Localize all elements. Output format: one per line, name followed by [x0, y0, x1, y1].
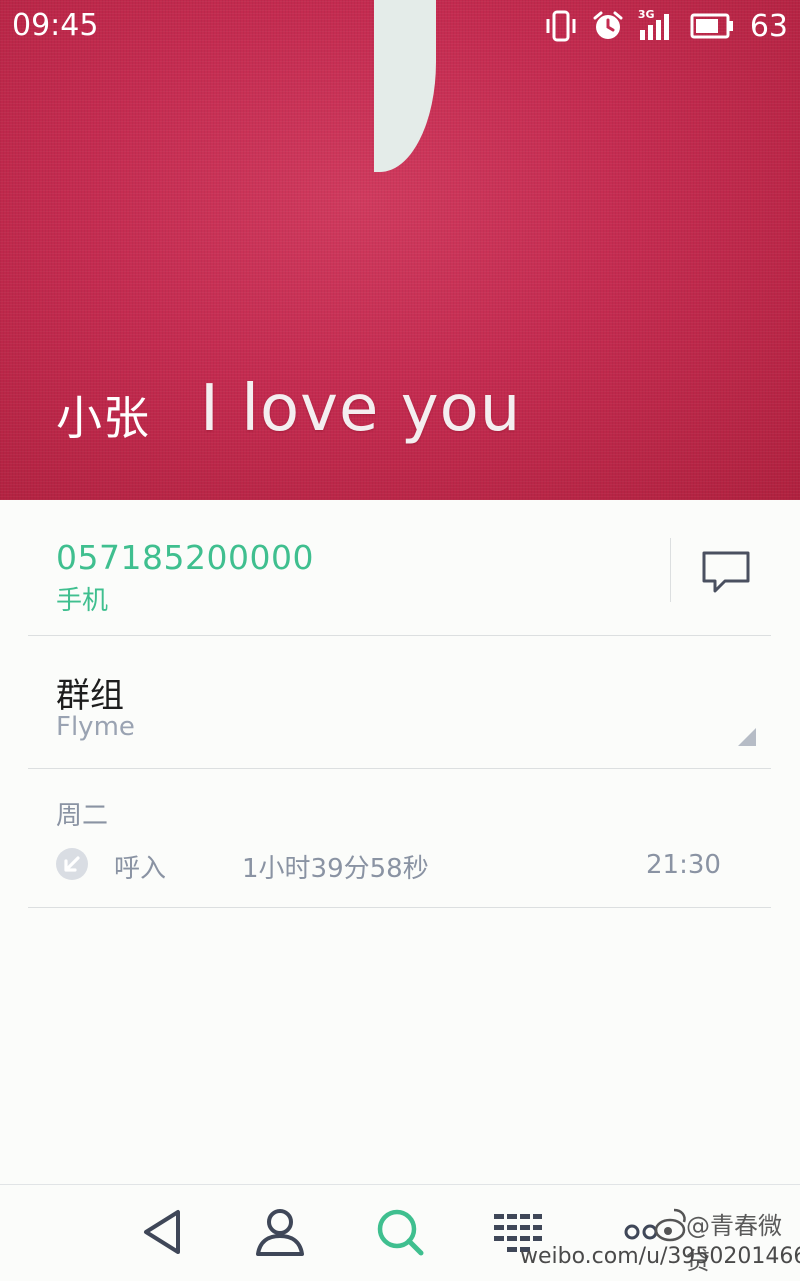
search-icon — [377, 1209, 424, 1256]
phone-number[interactable]: 057185200000 — [56, 538, 314, 577]
watermark-url: weibo.com/u/3950201466 — [520, 1244, 800, 1269]
message-icon — [702, 551, 750, 593]
status-bar: 09:45 3G 63 — [0, 0, 800, 52]
status-time: 09:45 — [12, 8, 99, 43]
weibo-logo-icon — [624, 1208, 686, 1242]
search-button[interactable] — [372, 1204, 428, 1260]
send-message-button[interactable] — [690, 536, 762, 608]
group-label: 群组 — [56, 676, 124, 716]
battery-icon — [690, 12, 734, 40]
call-log-day: 周二 — [56, 801, 109, 831]
alarm-icon — [592, 10, 624, 42]
dropdown-corner-icon[interactable] — [738, 728, 756, 746]
contact-name: 小张 — [56, 391, 150, 445]
vertical-divider — [670, 538, 671, 602]
phone-type-label: 手机 — [56, 586, 109, 616]
call-time: 21:30 — [646, 850, 721, 880]
contacts-button[interactable] — [252, 1204, 308, 1260]
divider — [28, 907, 771, 908]
incoming-call-icon — [56, 848, 88, 880]
contact-icon — [256, 1209, 304, 1256]
back-icon — [144, 1210, 180, 1254]
back-button[interactable] — [134, 1204, 190, 1260]
vibrate-icon — [544, 10, 578, 42]
status-icons: 3G 63 — [544, 6, 788, 46]
contact-tagline: I love you — [200, 372, 522, 446]
divider — [28, 768, 771, 769]
signal-3g-icon: 3G — [638, 8, 676, 42]
battery-level: 63 — [749, 8, 788, 44]
group-value[interactable]: Flyme — [56, 712, 135, 742]
call-duration: 1小时39分58秒 — [242, 854, 429, 884]
call-type: 呼入 — [114, 854, 167, 884]
divider — [28, 635, 771, 636]
contact-photo-header: 小张 I love you — [0, 0, 800, 500]
